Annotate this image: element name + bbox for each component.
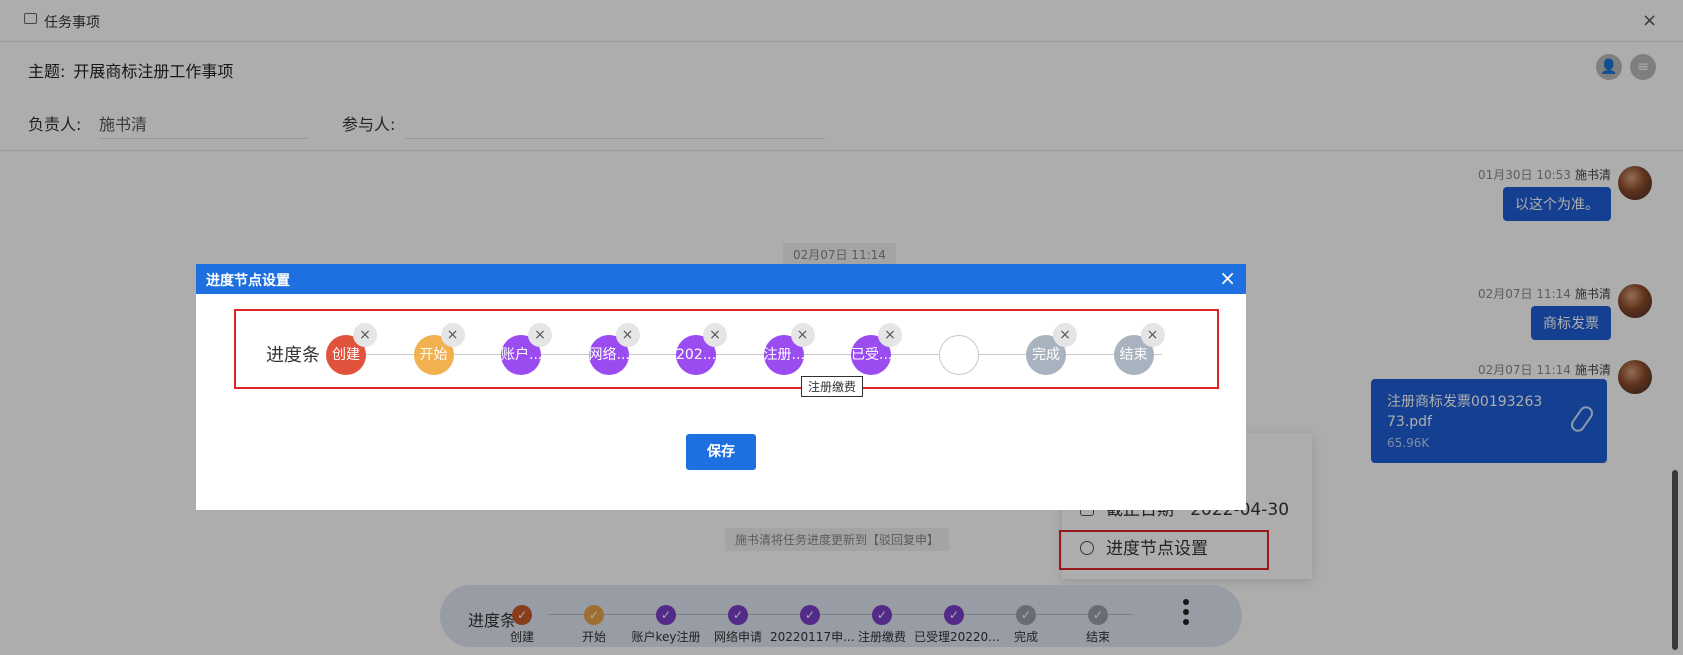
modal-header: 进度节点设置 × [196,264,1246,294]
remove-node-icon[interactable]: × [1140,323,1165,347]
node-tooltip: 注册缴费 [801,376,864,397]
remove-node-icon[interactable]: × [440,323,465,347]
progress-settings-modal: 进度节点设置 × 进度条 创建 × 开始 × 账户... × 网络... × 202... × 注册… [196,264,1246,510]
remove-node-icon[interactable]: × [353,323,377,347]
modal-close-button[interactable]: × [1219,266,1236,290]
progress-node[interactable] [938,335,979,375]
progress-label: 进度条 [266,345,320,366]
modal-title: 进度节点设置 [206,273,290,289]
remove-node-icon[interactable]: × [1053,323,1077,347]
remove-node-icon[interactable]: × [528,323,552,347]
remove-node-icon[interactable]: × [790,323,815,347]
remove-node-icon[interactable]: × [703,323,727,347]
save-button[interactable]: 保存 [686,434,756,470]
remove-node-icon[interactable]: × [878,323,902,347]
progress-node-editor: 进度条 创建 × 开始 × 账户... × 网络... × 202... × 注册... × 已受...… [234,309,1219,389]
remove-node-icon[interactable]: × [615,323,640,347]
